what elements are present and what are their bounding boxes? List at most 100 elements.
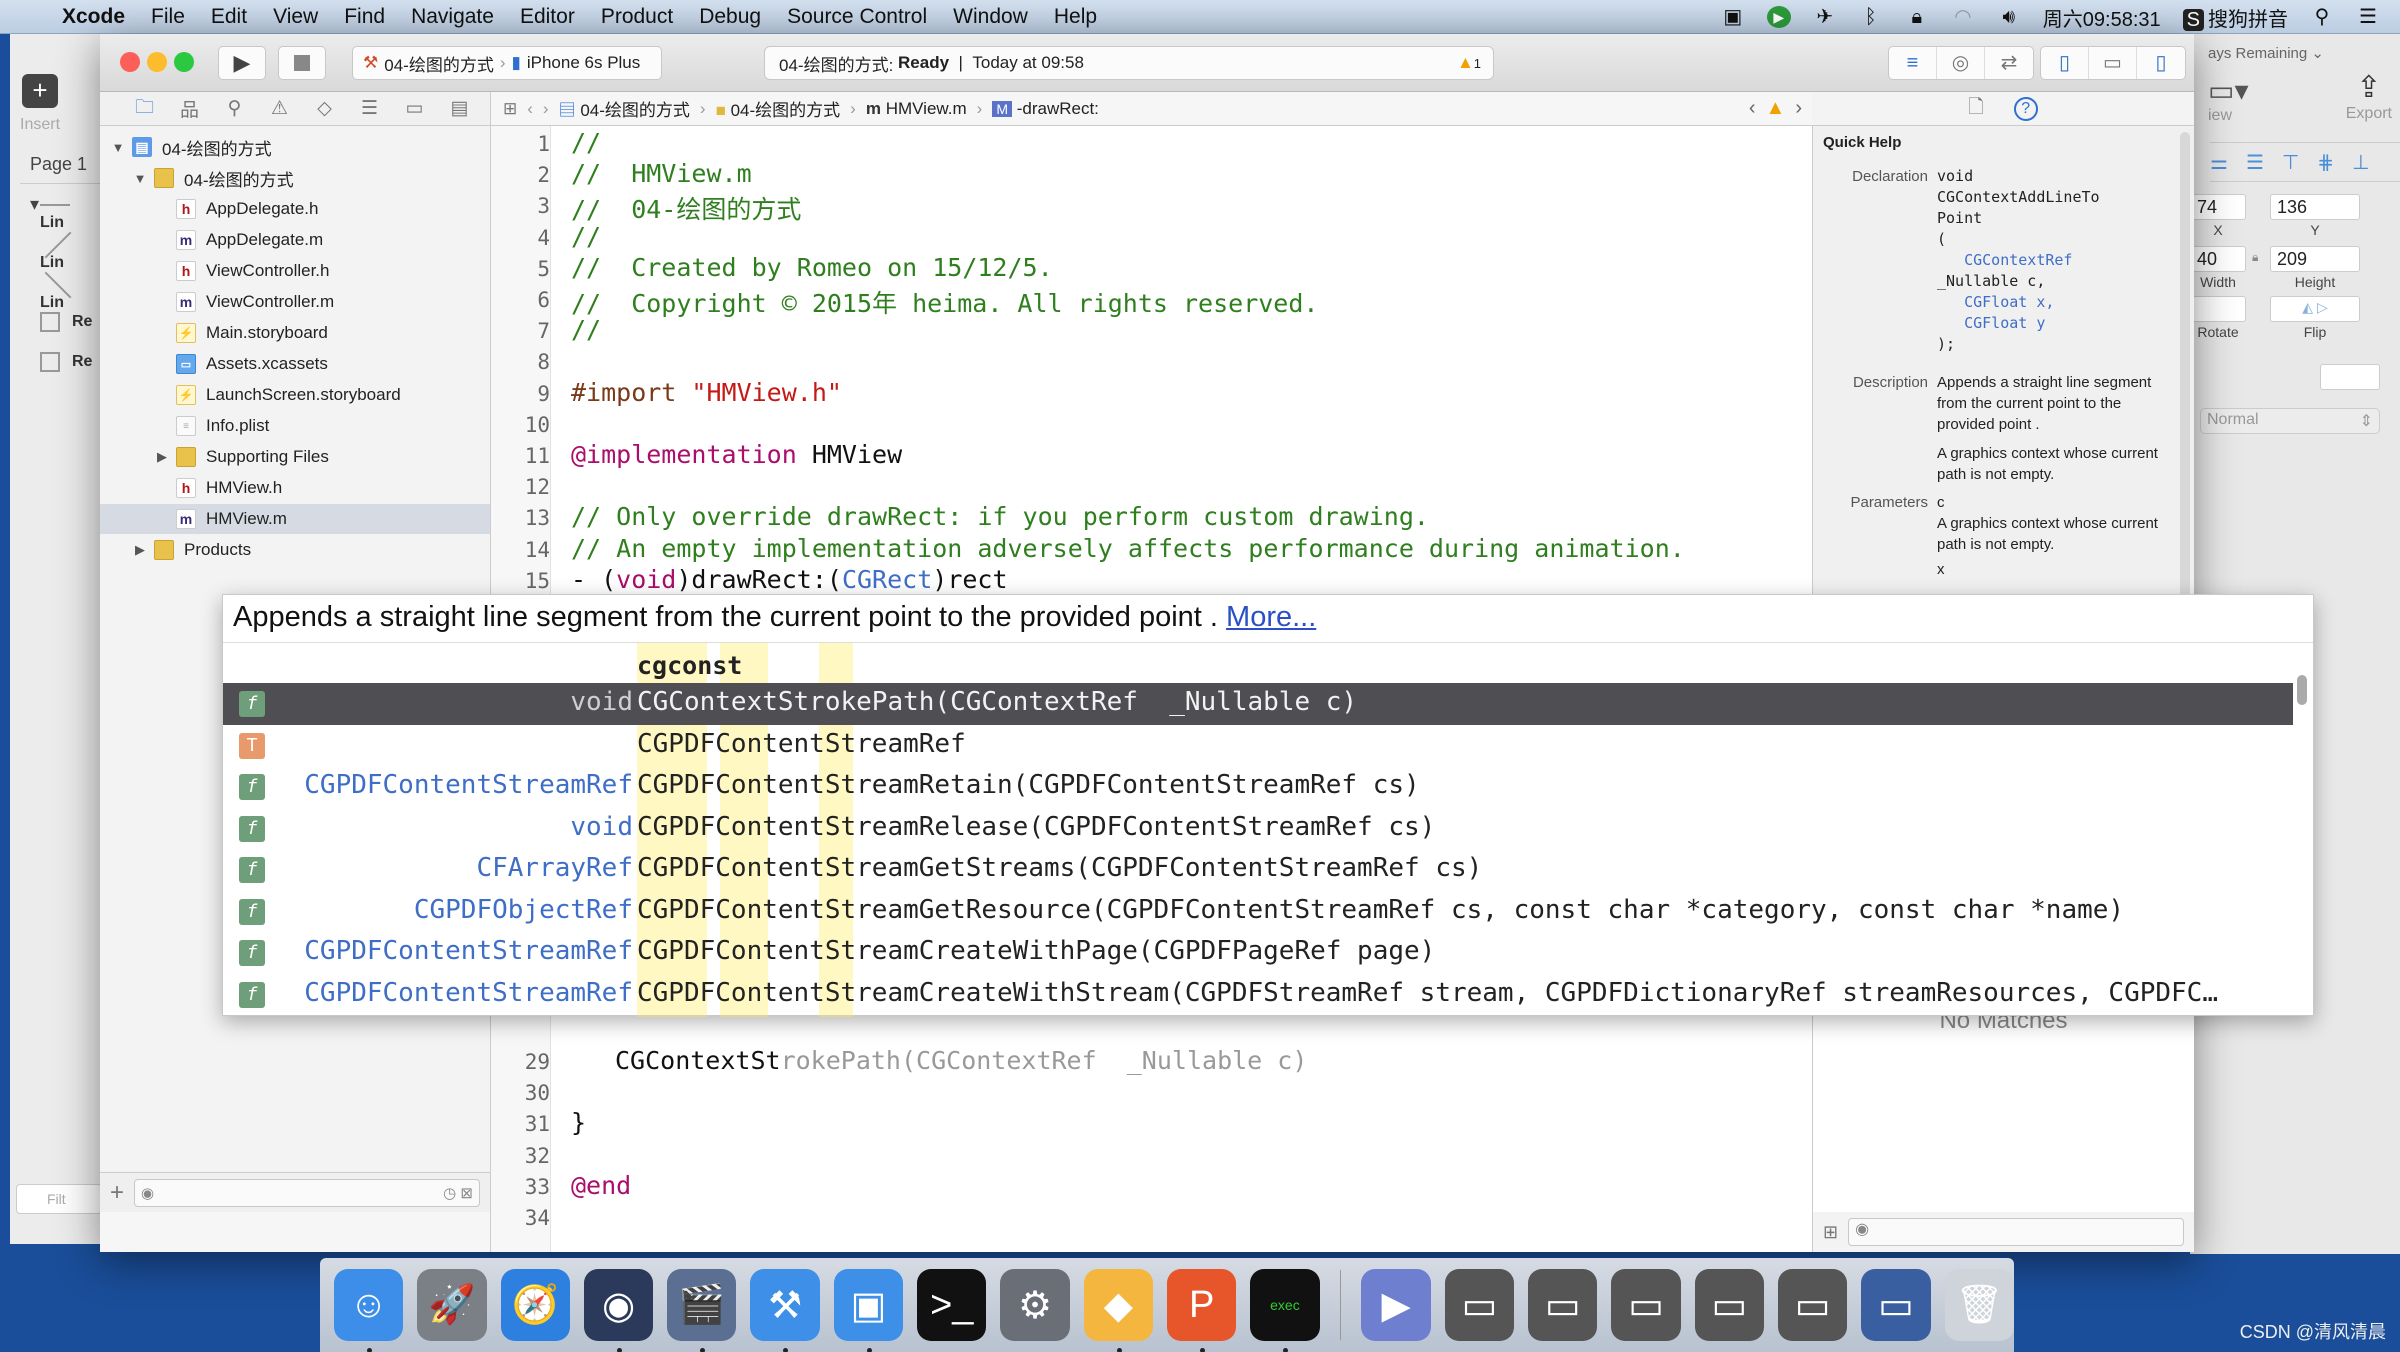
- completion-item[interactable]: f CFArrayRef CGPDFContentStreamGetStreams(…: [223, 849, 2293, 891]
- tree-item[interactable]: m HMView.m: [100, 504, 490, 534]
- project-navigator-icon[interactable]: 🗀︎: [122, 93, 167, 125]
- dock-app-xcode[interactable]: ⚒: [750, 1269, 820, 1352]
- layer-item[interactable]: Lin: [40, 231, 101, 272]
- library-filter-input[interactable]: ◉: [1848, 1218, 2184, 1246]
- test-navigator-icon[interactable]: ◇: [302, 97, 347, 120]
- flip-buttons[interactable]: ◭ ▷: [2270, 296, 2360, 322]
- find-navigator-icon[interactable]: ⚲: [212, 97, 257, 120]
- breakpoint-navigator-icon[interactable]: ▭: [392, 97, 437, 120]
- days-remaining[interactable]: ays Remaining ⌄: [2208, 44, 2324, 62]
- dock-app-trash[interactable]: 🗑: [1944, 1269, 2014, 1341]
- version-editor-icon[interactable]: ⇄: [1985, 47, 2033, 79]
- stop-button[interactable]: [278, 46, 326, 80]
- forward-button[interactable]: ›: [543, 99, 549, 119]
- standard-editor-icon[interactable]: ≡: [1889, 47, 1937, 79]
- menu-view[interactable]: View: [273, 5, 318, 29]
- dock-app-window-5[interactable]: ▭: [1777, 1269, 1848, 1341]
- menu-help[interactable]: Help: [1054, 5, 1097, 29]
- layer-item[interactable]: Lin: [40, 194, 101, 232]
- more-link[interactable]: More...: [1226, 601, 1316, 633]
- align-middle-icon[interactable]: ⋕: [2317, 150, 2334, 175]
- next-issue-button[interactable]: ›: [1795, 97, 1802, 120]
- wifi-icon[interactable]: ◠: [1951, 6, 1975, 28]
- blend-mode-select[interactable]: Normal ⇕: [2200, 408, 2380, 434]
- layer-filter-input[interactable]: Filt: [16, 1184, 102, 1214]
- scheme-selector[interactable]: ⚒ 04-绘图的方式 › ▮ iPhone 6s Plus: [352, 46, 662, 80]
- align-top-icon[interactable]: ⊤: [2282, 150, 2299, 175]
- dock-app-system-preferences[interactable]: ⚙: [1000, 1269, 1070, 1341]
- opacity-field[interactable]: [2320, 364, 2380, 390]
- menu-source-control[interactable]: Source Control: [787, 5, 927, 29]
- breadcrumb-file[interactable]: m HMView.m: [866, 99, 967, 119]
- tree-item[interactable]: h AppDelegate.h: [100, 194, 490, 224]
- dock-app-window-1[interactable]: ▭: [1444, 1269, 1515, 1341]
- input-method[interactable]: S 搜狗拼音: [2182, 3, 2288, 32]
- recent-files-icon[interactable]: ◷ ⊠: [443, 1184, 473, 1202]
- dock-app-video-app[interactable]: 🎬: [667, 1269, 737, 1352]
- assistant-editor-icon[interactable]: ◎: [1937, 47, 1985, 79]
- dock-app-sketch[interactable]: ◆: [1083, 1269, 1153, 1352]
- dock-app-launchpad[interactable]: 🚀: [417, 1269, 487, 1341]
- run-button[interactable]: ▶: [218, 46, 266, 80]
- menu-file[interactable]: File: [151, 5, 185, 29]
- layer-item[interactable]: Re: [40, 352, 92, 372]
- spotlight-search-icon[interactable]: ⚲: [2310, 6, 2334, 28]
- green-app-icon[interactable]: ▶: [1766, 6, 1791, 28]
- completion-item[interactable]: T CGPDFContentStreamRef: [223, 725, 2293, 767]
- y-field[interactable]: 136: [2270, 194, 2360, 220]
- lock-ratio-icon[interactable]: 🔒︎: [2252, 250, 2258, 265]
- tree-item[interactable]: ▼ 04-绘图的方式: [100, 163, 490, 193]
- dock-app-simulator[interactable]: ▣: [833, 1269, 904, 1352]
- align-right-icon[interactable]: ☰: [2246, 150, 2264, 175]
- tree-item[interactable]: h HMView.h: [100, 473, 490, 503]
- insert-button[interactable]: +: [22, 74, 58, 108]
- menu-debug[interactable]: Debug: [699, 5, 761, 29]
- completion-item[interactable]: f CGPDFObjectRef CGPDFContentStreamGetReso…: [223, 891, 2293, 933]
- menu-product[interactable]: Product: [601, 5, 673, 29]
- minimize-window-button[interactable]: [147, 52, 167, 72]
- bluetooth-icon[interactable]: ᛒ: [1859, 6, 1883, 28]
- rotate-field[interactable]: [2190, 296, 2246, 322]
- layer-item[interactable]: Lin: [40, 271, 101, 312]
- dock-app-finder[interactable]: ☺: [334, 1269, 404, 1352]
- menu-editor[interactable]: Editor: [520, 5, 575, 29]
- breadcrumb-method[interactable]: M -drawRect:: [992, 99, 1099, 119]
- dock-app-terminal[interactable]: >_: [917, 1269, 987, 1341]
- height-field[interactable]: 209: [2270, 246, 2360, 272]
- zoom-window-button[interactable]: [174, 52, 194, 72]
- volume-icon[interactable]: 🔊︎: [1997, 6, 2021, 28]
- tree-item[interactable]: ▭ Assets.xcassets: [100, 349, 490, 379]
- tree-item[interactable]: ▶ Supporting Files: [100, 442, 490, 472]
- airplane-icon[interactable]: ✈: [1813, 6, 1837, 28]
- issue-navigator-icon[interactable]: ⚠︎: [257, 97, 302, 120]
- align-center-icon[interactable]: ⚌: [2210, 150, 2228, 175]
- dock-app-window-6[interactable]: ▭: [1861, 1269, 1931, 1341]
- symbol-navigator-icon[interactable]: 品: [167, 95, 212, 122]
- dock-app-console[interactable]: exec: [1250, 1269, 1320, 1352]
- menu-window[interactable]: Window: [953, 5, 1028, 29]
- dock-app-mouse-app[interactable]: ◉: [583, 1269, 654, 1352]
- warning-icon[interactable]: ▲: [1766, 97, 1786, 120]
- tree-item[interactable]: h ViewController.h: [100, 256, 490, 286]
- tree-item[interactable]: ▶ Products: [100, 535, 490, 565]
- menu-edit[interactable]: Edit: [211, 5, 247, 29]
- warning-badge[interactable]: ▲1: [1457, 53, 1481, 73]
- quick-help-icon[interactable]: ?: [2013, 96, 2038, 121]
- dock-app-media-player[interactable]: ▶: [1361, 1269, 1431, 1341]
- menu-app[interactable]: Xcode: [62, 5, 125, 29]
- breadcrumb-project[interactable]: ▤ 04-绘图的方式: [559, 96, 690, 121]
- completion-item[interactable]: f void CGPDFContentStreamRelease(CGPDFCont…: [223, 808, 2293, 850]
- close-window-button[interactable]: [120, 52, 140, 72]
- tree-item[interactable]: ⚡ Main.storyboard: [100, 318, 490, 348]
- navigator-filter-input[interactable]: ◉ ◷ ⊠: [134, 1178, 480, 1207]
- disclosure-closed-icon[interactable]: ▶: [132, 542, 148, 558]
- x-field[interactable]: 74: [2190, 194, 2246, 220]
- quick-help-scrollbar[interactable]: [2180, 132, 2190, 632]
- view-button[interactable]: ▭▾ iew: [2208, 74, 2249, 125]
- tree-item[interactable]: ≡ Info.plist: [100, 411, 490, 441]
- screen-record-icon[interactable]: ▣: [1721, 6, 1745, 28]
- breadcrumb-group[interactable]: ■ 04-绘图的方式: [716, 96, 841, 121]
- tree-item[interactable]: ▼ ▤ 04-绘图的方式: [100, 132, 490, 162]
- export-button[interactable]: ⇪ Export: [2346, 70, 2392, 123]
- dock-app-window-3[interactable]: ▭: [1611, 1269, 1681, 1341]
